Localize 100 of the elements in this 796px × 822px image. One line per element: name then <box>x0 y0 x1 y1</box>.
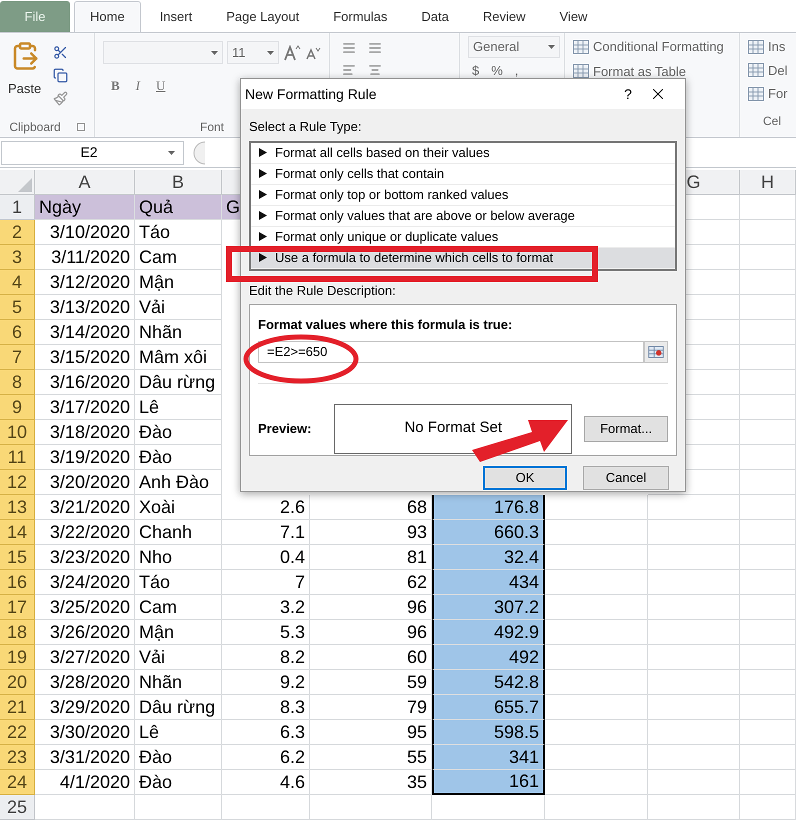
row-header[interactable]: 21 <box>0 695 35 720</box>
row-header[interactable]: 16 <box>0 570 35 595</box>
dialog-launcher-icon[interactable] <box>76 123 85 131</box>
table-cell: Táo <box>135 220 222 245</box>
row-header[interactable]: 23 <box>0 745 35 770</box>
table-cell: Mận <box>135 620 222 645</box>
column-header[interactable]: G <box>686 168 700 196</box>
ribbon-tab[interactable]: Formulas <box>318 1 402 32</box>
percent-button[interactable]: % <box>491 61 503 80</box>
shrink-font-icon[interactable] <box>305 46 321 60</box>
row-header[interactable]: 2 <box>0 220 35 245</box>
insert-icon <box>748 40 764 54</box>
row-header[interactable]: 12 <box>0 470 35 495</box>
row-header[interactable]: 15 <box>0 545 35 570</box>
brush-icon[interactable] <box>53 91 68 106</box>
column-header[interactable]: B <box>172 168 184 196</box>
table-cell: 3/11/2020 <box>35 245 135 270</box>
rule-type-item[interactable]: Format only unique or duplicate values <box>251 226 675 248</box>
ribbon-tab[interactable]: Page Layout <box>211 1 314 32</box>
table-cell: Mận <box>135 270 222 295</box>
row-header[interactable]: 19 <box>0 645 35 670</box>
align-center-icon[interactable] <box>368 63 382 77</box>
grow-font-icon[interactable] <box>283 44 301 60</box>
table-cell: Chanh <box>135 520 222 545</box>
empty-cell <box>740 545 796 570</box>
empty-cell <box>740 445 796 470</box>
table-cell: 3/29/2020 <box>35 695 135 720</box>
row-header[interactable]: 18 <box>0 620 35 645</box>
row-header[interactable]: 4 <box>0 270 35 295</box>
ribbon-tab[interactable]: Review <box>468 1 540 32</box>
cancel-button[interactable]: Cancel <box>583 466 669 490</box>
rule-type-item[interactable]: Format only top or bottom ranked values <box>251 184 675 206</box>
format-cells-button[interactable]: For <box>768 84 788 104</box>
empty-cell <box>740 620 796 645</box>
font-size-field[interactable]: 11 <box>227 41 279 64</box>
table-cell: 3/27/2020 <box>35 645 135 670</box>
formula-field[interactable]: =E2>=650 <box>258 340 644 362</box>
help-button[interactable]: ? <box>613 84 643 104</box>
description-label: Edit the Rule Description: <box>249 282 397 300</box>
row-header[interactable]: 24 <box>0 770 35 795</box>
row-header[interactable]: 1 <box>0 195 35 220</box>
table-cell: Đào <box>135 420 222 445</box>
italic-button[interactable]: I <box>136 76 140 96</box>
format-as-table-button[interactable]: Format as Table <box>593 62 686 81</box>
scissors-icon[interactable] <box>53 45 68 60</box>
table-cell: 660.3 <box>432 520 545 545</box>
ribbon-tab[interactable]: Insert <box>144 1 208 32</box>
table-cell: Ngày <box>35 195 135 220</box>
ribbon-tab[interactable]: Home <box>74 1 141 32</box>
column-header[interactable]: A <box>78 168 90 196</box>
group-label: Cel <box>762 112 781 130</box>
ribbon-tab[interactable]: View <box>544 1 602 32</box>
table-cell: 32.4 <box>432 545 545 570</box>
insert-button[interactable]: Ins <box>768 37 786 56</box>
table-cell: 7.1 <box>222 520 310 545</box>
column-header[interactable]: H <box>761 168 774 196</box>
table-cell: 4/1/2020 <box>35 770 135 795</box>
paste-button[interactable]: Paste <box>8 41 42 117</box>
row-header[interactable]: 10 <box>0 420 35 445</box>
comma-button[interactable]: , <box>514 61 518 80</box>
ribbon-tab[interactable]: Data <box>406 1 464 32</box>
table-cell: 2.6 <box>222 495 310 520</box>
row-header[interactable]: 14 <box>0 520 35 545</box>
row-header[interactable]: 3 <box>0 245 35 270</box>
row-header[interactable]: 7 <box>0 345 35 370</box>
delete-button[interactable]: Del <box>768 60 788 80</box>
row-header[interactable]: 5 <box>0 295 35 320</box>
triangle-icon <box>259 169 267 178</box>
table-cell: 5.3 <box>222 620 310 645</box>
empty-cell <box>740 395 796 420</box>
align-left-icon[interactable] <box>342 63 356 77</box>
bold-button[interactable]: B <box>111 76 120 96</box>
row-header[interactable]: 13 <box>0 495 35 520</box>
triangle-icon <box>259 190 267 199</box>
table-cell: 55 <box>310 745 432 770</box>
table-cell: 6.2 <box>222 745 310 770</box>
row-header[interactable]: 6 <box>0 320 35 345</box>
row-header[interactable]: 11 <box>0 445 35 470</box>
currency-button[interactable]: $ <box>472 61 480 80</box>
row-header[interactable]: 8 <box>0 370 35 395</box>
row-header[interactable]: 22 <box>0 720 35 745</box>
row-header[interactable]: 9 <box>0 395 35 420</box>
table-cell: 3/24/2020 <box>35 570 135 595</box>
row-header[interactable]: 20 <box>0 670 35 695</box>
underline-button[interactable]: U <box>156 76 166 96</box>
row-header[interactable]: 17 <box>0 595 35 620</box>
triangle-icon <box>259 148 267 157</box>
empty-cell <box>740 745 796 770</box>
font-name-field[interactable] <box>103 41 223 64</box>
name-box[interactable]: E2 <box>1 140 184 164</box>
range-selector-icon[interactable] <box>644 340 668 362</box>
table-cell: 3/26/2020 <box>35 620 135 645</box>
format-button[interactable]: Format... <box>584 416 668 442</box>
ok-button[interactable]: OK <box>483 466 567 490</box>
table-cell: Vải <box>135 295 222 320</box>
number-format-field[interactable]: General <box>468 36 560 58</box>
conditional-formatting-button[interactable]: Conditional Formatting <box>593 37 724 56</box>
row-header[interactable]: 25 <box>0 795 35 820</box>
empty-cell <box>740 720 796 745</box>
copy-icon[interactable] <box>53 68 68 83</box>
